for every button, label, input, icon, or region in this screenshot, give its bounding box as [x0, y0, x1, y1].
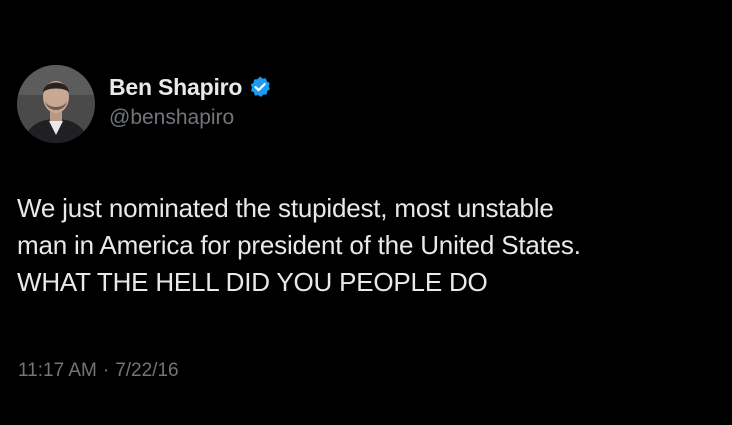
verified-badge-icon — [248, 75, 272, 99]
tweet-time: 11:17 AM — [18, 360, 97, 381]
timestamp-separator: · — [102, 360, 110, 381]
tweet-text-line: WHAT THE HELL DID YOU PEOPLE DO — [17, 267, 488, 297]
handle[interactable]: @benshapiro — [109, 106, 272, 130]
name-row: Ben Shapiro — [109, 70, 272, 104]
timestamp[interactable]: 11:17 AM · 7/22/16 — [18, 360, 179, 382]
avatar[interactable] — [17, 65, 95, 143]
avatar-photo — [17, 65, 95, 143]
display-name[interactable]: Ben Shapiro — [109, 74, 242, 101]
tweet-date: 7/22/16 — [115, 360, 179, 381]
tweet-text-line: We just nominated the stupidest, most un… — [17, 193, 554, 223]
author-info: Ben Shapiro @benshapiro — [109, 70, 272, 130]
tweet-text: We just nominated the stupidest, most un… — [17, 190, 717, 301]
tweet-text-line: man in America for president of the Unit… — [17, 230, 581, 260]
tweet-card: Ben Shapiro @benshapiro We just nominate… — [0, 0, 732, 425]
